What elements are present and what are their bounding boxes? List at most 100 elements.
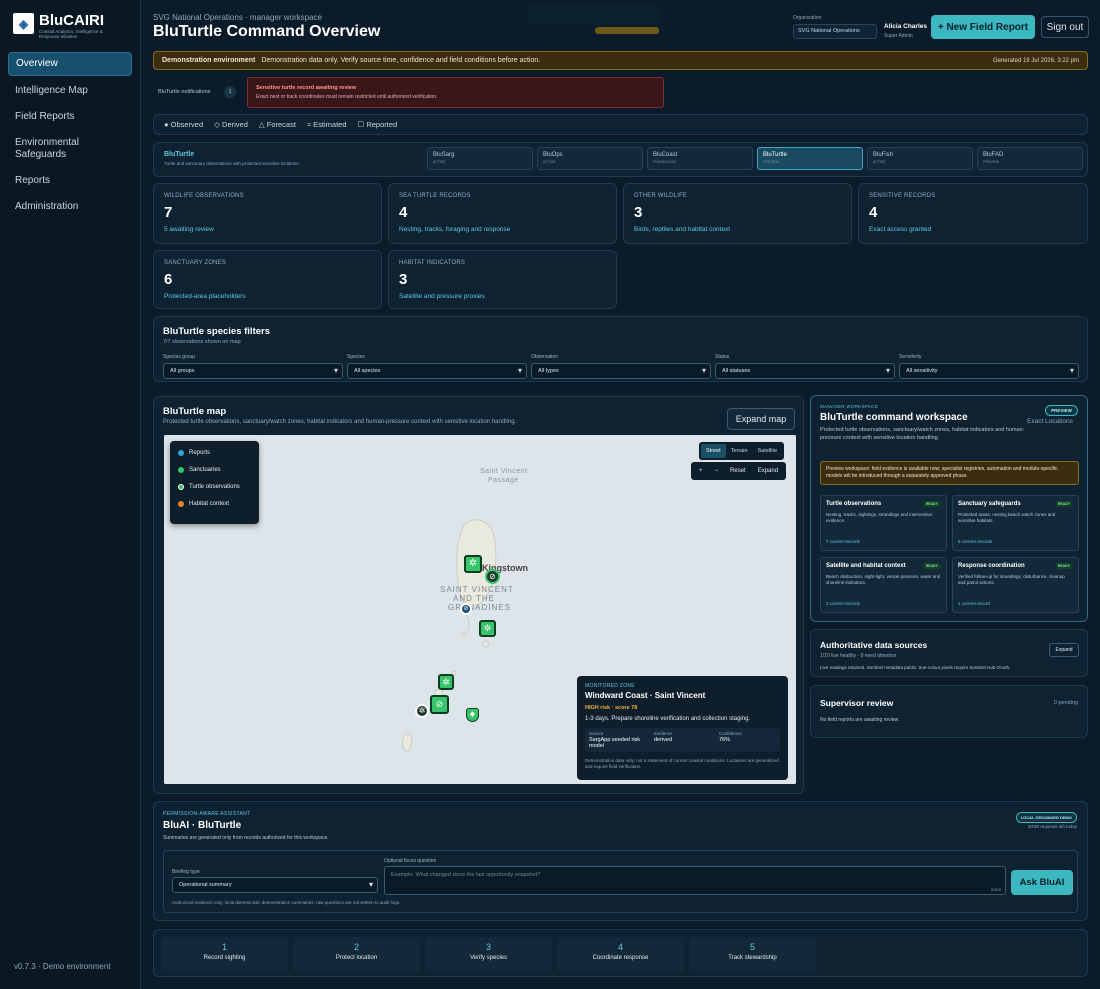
sign-out-button[interactable]: Sign out: [1041, 16, 1089, 38]
popup-kicker: MONITORED ZONE: [585, 683, 635, 689]
legend-derived-label: Derived: [222, 120, 248, 129]
filter-species: Species All species: [347, 354, 527, 379]
filter-label: Sensitivity: [899, 354, 922, 360]
map-place-label: Saint Vincent: [480, 468, 528, 475]
turtle-marker[interactable]: ⊘: [430, 695, 449, 714]
step-track-stewardship[interactable]: 5 Track stewardship: [689, 937, 816, 971]
sanctuary-shield-marker[interactable]: ◆: [466, 708, 479, 722]
map-canvas[interactable]: Saint Vincent Passage Kingstown SAINT VI…: [164, 435, 796, 784]
brand-tagline: Coastal Analytics, Intelligence & Respon…: [39, 29, 103, 39]
tab-blucoast[interactable]: BluCoast FOUNDATION: [647, 147, 753, 170]
zone-popup[interactable]: MONITORED ZONE Windward Coast · Saint Vi…: [577, 676, 788, 780]
observation-select[interactable]: All types: [531, 363, 711, 379]
turtle-marker[interactable]: ✲: [438, 674, 454, 690]
briefing-type-select[interactable]: Operational summary: [172, 877, 378, 893]
filter-label: Status: [715, 354, 730, 360]
turtle-marker[interactable]: ✲: [479, 620, 496, 637]
sidebar-item-reports[interactable]: Reports: [8, 170, 132, 192]
zoom-out-button[interactable]: −: [709, 464, 725, 478]
map-style-satellite[interactable]: Satellite: [753, 444, 783, 458]
zoom-in-button[interactable]: +: [693, 464, 709, 478]
map-place-label: SAINT VINCENT: [440, 585, 514, 594]
popup-evidence: Evidence derived: [650, 728, 715, 752]
data-sources-panel: Authoritative data sources 1/10 live hea…: [810, 629, 1088, 677]
popup-detail: 1-3 days. Prepare shoreline verification…: [585, 716, 751, 722]
stat-habitat-indicators[interactable]: HABITAT INDICATORS 3 Satellite and pressur…: [388, 250, 617, 309]
map-expand-button[interactable]: Expand: [752, 464, 784, 478]
map-legend-reports[interactable]: Reports: [178, 450, 251, 456]
local-demo-badge: LOCAL GROUNDED DEMO: [1015, 812, 1077, 823]
map-place-label: GRENADINES: [448, 603, 511, 612]
sanctuary-marker[interactable]: ⊘: [485, 569, 500, 584]
sidebar-item-administration[interactable]: Administration: [8, 196, 132, 218]
brand[interactable]: ◈ BluCAIRI Coastal Analytics, Intelligen…: [13, 13, 124, 39]
step-number: 2: [353, 942, 359, 952]
tab-blufish[interactable]: BluFish ACTIVE: [867, 147, 973, 170]
map-legend-sanctuaries[interactable]: Sanctuaries: [178, 467, 251, 473]
sidebar-item-intelligence-map[interactable]: Intelligence Map: [8, 80, 132, 102]
step-coordinate-response[interactable]: 4 Coordinate response: [557, 937, 684, 971]
filled-circle-icon: ●: [164, 120, 169, 129]
expand-map-button[interactable]: Expand map: [727, 408, 795, 430]
species-group-select[interactable]: All groups: [163, 363, 343, 379]
sidebar-item-environmental-safeguards[interactable]: Environmental Safeguards: [8, 132, 132, 166]
tab-label: BluTurtle: [763, 152, 787, 158]
stat-other-wildlife[interactable]: OTHER WILDLIFE 3 Birds, reptiles and habit…: [623, 183, 852, 244]
species-select[interactable]: All species: [347, 363, 527, 379]
popup-fact-label: Evidence: [654, 731, 673, 736]
habitat-dot-icon: [178, 501, 184, 507]
sensitivity-select[interactable]: All sensitivity: [899, 363, 1079, 379]
tab-bluturtle[interactable]: BluTurtle PREVIEW: [757, 147, 863, 170]
tab-blufad[interactable]: BluFAD PREVIEW: [977, 147, 1083, 170]
breadcrumb: SVG National Operations · manager worksp…: [153, 13, 322, 22]
tab-label: BluFish: [873, 152, 894, 158]
tab-bluops[interactable]: BluOps ACTIVE: [537, 147, 643, 170]
step-verify-species[interactable]: 3 Verify species: [425, 937, 552, 971]
demo-banner: Demonstration environment Demonstration d…: [153, 51, 1088, 70]
turtle-marker[interactable]: ✲: [415, 704, 429, 718]
turtle-marker[interactable]: ✲: [464, 555, 482, 573]
species-filters: BluTurtle species filters 7/7 observatio…: [153, 316, 1088, 382]
user-role: Super Admin: [884, 33, 913, 39]
map-legend-turtle-observations[interactable]: Turtle observations: [178, 484, 251, 490]
map-style-terrain[interactable]: Terrain: [726, 444, 753, 458]
diamond-icon: ◇: [214, 120, 220, 129]
notifications-count[interactable]: 1: [224, 86, 236, 98]
sidebar-item-overview[interactable]: Overview: [8, 52, 132, 76]
stat-sensitive-records[interactable]: SENSITIVE RECORDS 4 Exact access granted: [858, 183, 1088, 244]
step-record-sighting[interactable]: 1 Record sighting: [161, 937, 288, 971]
map-reset-button[interactable]: Reset: [724, 464, 752, 478]
status-select[interactable]: All statuses: [715, 363, 895, 379]
briefing-type-label: Briefing type: [172, 869, 200, 875]
ask-bluai-button[interactable]: Ask BluAI: [1011, 870, 1073, 895]
sidebar-item-field-reports[interactable]: Field Reports: [8, 106, 132, 128]
new-field-report-button[interactable]: + New Field Report: [931, 15, 1035, 39]
tab-blusarg[interactable]: BluSarg ACTIVE: [427, 147, 533, 170]
card-satellite-habitat[interactable]: Satellite and habitat context READY Beach …: [820, 557, 947, 613]
org-select[interactable]: SVG National Operations: [793, 24, 877, 39]
stat-sea-turtle-records[interactable]: SEA TURTLE RECORDS 4 Nesting, tracks, fora…: [388, 183, 617, 244]
filter-label: Species group: [163, 354, 195, 360]
map-legend-habitat-context[interactable]: Habitat context: [178, 501, 251, 507]
focus-question-input[interactable]: Example: What changed since the last opp…: [384, 866, 1006, 895]
focus-question-placeholder: Example: What changed since the last opp…: [391, 872, 541, 878]
version-label: v0.7.3 · Demo environment: [14, 962, 111, 971]
popup-source: Source SargApp seeded risk model: [585, 728, 650, 752]
char-counter: 0/320: [990, 887, 1001, 892]
workspace-warning: Preview workspace: field evidence is ava…: [820, 461, 1079, 485]
stat-sanctuary-zones[interactable]: SANCTUARY ZONES 6 Protected-area placehold…: [153, 250, 382, 309]
stat-desc: Protected-area placeholders: [164, 293, 246, 300]
stat-wildlife-observations[interactable]: WILDLIFE OBSERVATIONS 7 5 awaiting review: [153, 183, 382, 244]
card-turtle-observations[interactable]: Turtle observations READY Nesting, tracks,…: [820, 495, 947, 551]
focus-question-label: Optional focus question: [384, 858, 437, 864]
data-sources-expand-button[interactable]: Expand: [1049, 643, 1079, 657]
map-style-street[interactable]: Street: [701, 444, 726, 458]
sensitive-record-alert[interactable]: Sensitive turtle record awaiting review …: [247, 77, 664, 108]
card-sanctuary-safeguards[interactable]: Sanctuary safeguards READY Protected areas…: [952, 495, 1079, 551]
card-response-coordination[interactable]: Response coordination READY Verified follo…: [952, 557, 1079, 613]
popup-fact-label: Confidence: [719, 731, 742, 736]
legend-observed: ● Observed: [164, 120, 203, 129]
step-protect-location[interactable]: 2 Protect location: [293, 937, 420, 971]
report-marker[interactable]: ⊘: [460, 603, 472, 615]
legend-reported: ☐ Reported: [358, 120, 398, 129]
